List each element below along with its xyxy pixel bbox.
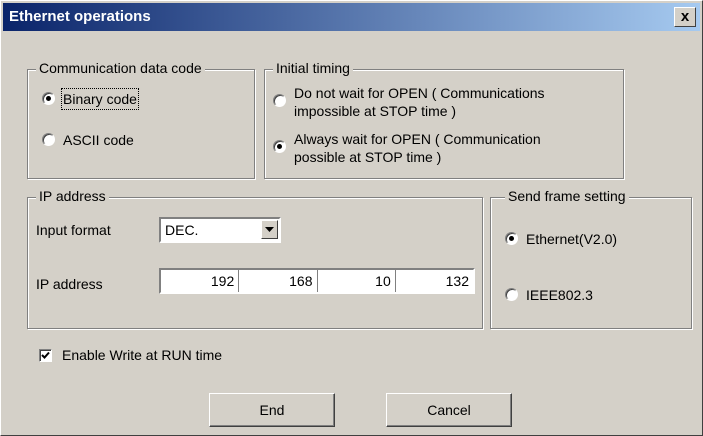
ethernet-v2-radio[interactable]: Ethernet(V2.0) <box>505 230 617 248</box>
input-format-select[interactable]: DEC. <box>159 217 281 243</box>
close-button[interactable]: x <box>674 7 696 27</box>
initial-timing-legend: Initial timing <box>273 60 353 76</box>
always-wait-radio-indicator[interactable] <box>273 140 286 153</box>
ethernet-operations-dialog: Ethernet operations x Communication data… <box>0 0 703 436</box>
ip-address-group: IP address Input format DEC. IP address … <box>27 188 483 329</box>
ieee8023-radio[interactable]: IEEE802.3 <box>505 286 593 304</box>
binary-code-radio-indicator[interactable] <box>42 92 55 105</box>
do-not-wait-line1: Do not wait for OPEN ( Communications <box>294 85 545 101</box>
send-frame-setting-group: Send frame setting Ethernet(V2.0) IEEE80… <box>490 188 692 329</box>
ethernet-v2-radio-indicator[interactable] <box>505 232 518 245</box>
do-not-wait-radio-indicator[interactable] <box>273 94 286 107</box>
do-not-wait-line2: impossible at STOP time ) <box>294 103 457 119</box>
ip-octet-4[interactable]: 132 <box>396 270 473 292</box>
title-bar[interactable]: Ethernet operations x <box>3 3 700 31</box>
communication-data-code-group: Communication data code Binary code ASCI… <box>27 60 255 179</box>
do-not-wait-radio[interactable]: Do not wait for OPEN ( Communications im… <box>273 84 545 120</box>
chevron-down-icon <box>265 227 274 232</box>
send-frame-setting-legend: Send frame setting <box>505 188 629 204</box>
ascii-code-label: ASCII code <box>63 132 134 148</box>
ieee8023-label: IEEE802.3 <box>526 287 593 303</box>
binary-code-radio[interactable]: Binary code <box>42 88 139 110</box>
ip-address-legend: IP address <box>36 188 109 204</box>
ip-octet-2[interactable]: 168 <box>239 270 318 292</box>
always-wait-line2: possible at STOP time ) <box>294 149 442 165</box>
ip-address-field[interactable]: 192 168 10 132 <box>159 268 475 294</box>
close-icon: x <box>680 8 690 25</box>
communication-data-code-legend: Communication data code <box>36 60 205 76</box>
enable-write-label: Enable Write at RUN time <box>62 347 223 363</box>
ascii-code-radio-indicator[interactable] <box>42 133 55 146</box>
enable-write-checkbox[interactable]: Enable Write at RUN time <box>39 347 222 363</box>
end-button[interactable]: End <box>209 393 335 427</box>
always-wait-label: Always wait for OPEN ( Communication pos… <box>294 130 541 166</box>
ip-octet-3[interactable]: 10 <box>318 270 396 292</box>
always-wait-line1: Always wait for OPEN ( Communication <box>294 131 541 147</box>
ip-address-label: IP address <box>36 276 103 292</box>
input-format-value: DEC. <box>165 222 199 238</box>
ascii-code-radio[interactable]: ASCII code <box>42 131 134 149</box>
enable-write-check-indicator[interactable] <box>39 348 52 362</box>
do-not-wait-label: Do not wait for OPEN ( Communications im… <box>294 84 545 120</box>
always-wait-radio[interactable]: Always wait for OPEN ( Communication pos… <box>273 130 541 166</box>
window-title: Ethernet operations <box>9 8 151 25</box>
dropdown-button[interactable] <box>261 220 278 239</box>
binary-code-label: Binary code <box>61 88 139 110</box>
ieee8023-radio-indicator[interactable] <box>505 288 518 301</box>
checkmark-icon <box>41 351 50 359</box>
initial-timing-group: Initial timing Do not wait for OPEN ( Co… <box>264 60 624 179</box>
ethernet-v2-label: Ethernet(V2.0) <box>526 231 618 247</box>
ip-octet-1[interactable]: 192 <box>161 270 240 292</box>
input-format-label: Input format <box>36 222 111 238</box>
cancel-button[interactable]: Cancel <box>386 393 512 427</box>
